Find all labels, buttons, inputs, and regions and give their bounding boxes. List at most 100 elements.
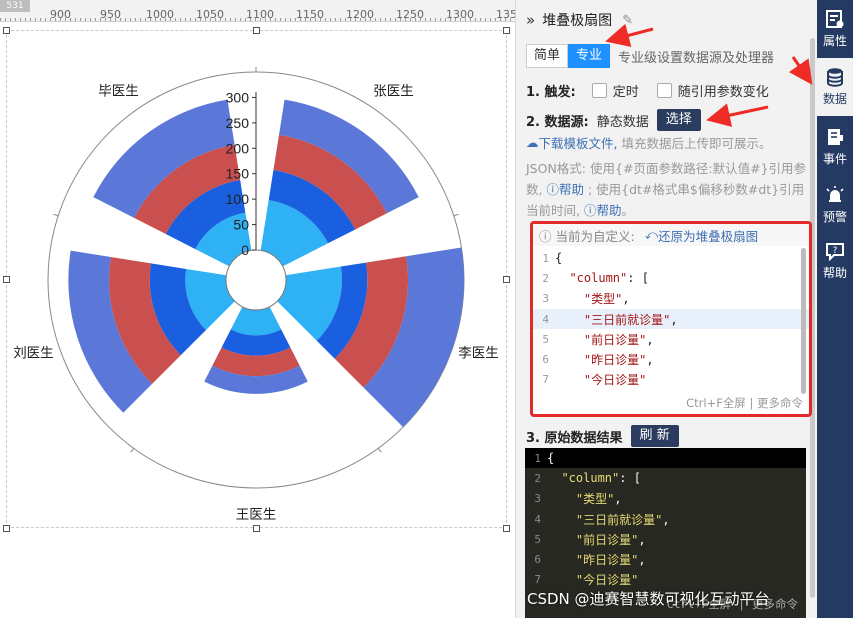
timer-checkbox[interactable]	[591, 83, 607, 98]
category-label: 张医生	[373, 84, 414, 99]
ruler-label: 135	[496, 8, 515, 21]
radius-tick-label: 100	[226, 191, 250, 207]
help-link-1[interactable]: 帮助	[559, 182, 584, 197]
radius-tick-label: 300	[226, 89, 250, 105]
ruler-label: 1250	[396, 8, 424, 21]
code-text: "今日诊量"	[575, 573, 639, 588]
json-editor[interactable]: 1{2 "column": [3 "类型", 4 "三日前就诊量", 5 "前日诊量…	[533, 248, 809, 396]
line-number: 7	[534, 573, 541, 587]
ruler-label: 1100	[246, 8, 274, 21]
iconbar-label: 事件	[822, 152, 847, 166]
iconbar-help[interactable]: ? 帮助	[817, 232, 853, 290]
panel-title: 堆叠极扇图	[542, 13, 613, 29]
code-text: "前日诊量",	[575, 532, 646, 547]
refresh-button[interactable]: 刷 新	[630, 425, 679, 447]
select-datasource-button[interactable]: 选择	[656, 109, 701, 131]
line-number: 7	[542, 373, 549, 387]
design-canvas[interactable]: 531 900 950 1000 1050 1100 1150 1200 125…	[0, 0, 515, 618]
code-line[interactable]: 4 "三日前就诊量",	[525, 509, 806, 529]
line-number: 4	[534, 512, 541, 526]
iconbar-properties[interactable]: 属性	[817, 0, 853, 58]
category-label: 毕医生	[98, 84, 139, 99]
iconbar-data[interactable]: 数据	[817, 58, 853, 116]
mode-pro-button[interactable]: 专业	[568, 44, 611, 68]
line-number: 1	[542, 251, 549, 265]
config-panel: » 堆叠极扇图 ✎ 简单 专业 专业级设置数据源及处理器 1. 触发: 定时 随…	[515, 0, 817, 618]
code-line[interactable]: 2 "column": [	[533, 268, 809, 288]
cloud-download-icon[interactable]: ☁	[526, 135, 539, 150]
event-icon	[828, 129, 843, 145]
editor-footer[interactable]: Ctrl+F全屏 | 更多命令	[686, 395, 803, 411]
alarm-icon	[826, 186, 844, 202]
polar-bar-segment[interactable]	[230, 306, 282, 336]
line-number: 2	[534, 471, 541, 485]
category-label: 王医生	[236, 507, 277, 522]
ruler-label: 1050	[196, 8, 224, 21]
category-label: 李医生	[458, 345, 499, 360]
app-root: 531 900 950 1000 1050 1100 1150 1200 125…	[0, 0, 853, 618]
download-row: ☁ 下载模板文件, 填充数据后上传即可展示。	[526, 133, 772, 152]
code-line[interactable]: 4 "三日前就诊量",	[533, 308, 809, 330]
edit-pencil-icon[interactable]: ✎	[622, 13, 633, 28]
angle-axis-tick	[377, 447, 382, 453]
help-circle-icon[interactable]: ⓘ	[584, 203, 597, 218]
code-line[interactable]: 7 "今日诊量"	[533, 370, 809, 390]
code-line[interactable]: 1{	[533, 248, 809, 268]
code-line[interactable]: 6 "昨日诊量",	[533, 349, 809, 369]
param-change-label: 随引用参数变化	[677, 85, 769, 100]
code-text: "column": [	[561, 471, 641, 486]
stacked-polar-chart[interactable]: 张医生李医生王医生 刘医生 毕医生 0 50 100 150 200 250 300	[0, 22, 515, 542]
code-text: {	[555, 251, 563, 266]
json-help-end: 。	[621, 203, 635, 218]
help-icon: ?	[826, 243, 844, 261]
code-line[interactable]: 5 "前日诊量",	[533, 329, 809, 349]
param-change-checkbox[interactable]	[656, 83, 672, 98]
code-line[interactable]: 5 "前日诊量",	[525, 529, 806, 549]
iconbar-alarm[interactable]: 预警	[817, 176, 853, 234]
custom-notice: 当前为自定义:	[555, 228, 635, 244]
datasource-value: 静态数据	[596, 114, 649, 130]
code-line[interactable]: 1{	[525, 448, 806, 469]
help-circle-icon[interactable]: ⓘ	[546, 182, 559, 197]
line-number: 1	[534, 451, 541, 465]
result-section-header: 3. 原始数据结果 刷 新	[526, 425, 679, 447]
code-text: {	[547, 451, 555, 466]
iconbar-event[interactable]: 事件	[817, 118, 853, 176]
json-editor-highlighted: ⓘ 当前为自定义: ⤺ 还原为堆叠极扇图 1{2 "column": [3 "类…	[530, 221, 812, 417]
ruler-label: 1200	[346, 8, 374, 21]
code-text: "三日前就诊量",	[583, 312, 678, 327]
properties-icon	[826, 10, 844, 28]
angle-axis-tick	[453, 213, 459, 217]
download-tip: 填充数据后上传即可展示。	[621, 136, 772, 151]
mode-description: 专业级设置数据源及处理器	[618, 50, 775, 66]
result-label: 3. 原始数据结果	[526, 430, 623, 446]
code-text: "三日前就诊量",	[575, 512, 670, 527]
datasource-label: 2. 数据源:	[526, 114, 589, 130]
code-text: "今日诊量"	[583, 373, 647, 388]
help-link-2[interactable]: 帮助	[596, 203, 621, 218]
radius-tick-label: 250	[226, 115, 250, 131]
editor-scrollbar[interactable]	[801, 248, 806, 394]
code-line[interactable]: 2 "column": [	[525, 468, 806, 488]
category-label: 刘医生	[13, 345, 54, 360]
ruler-label: 1000	[146, 8, 174, 21]
ruler-label: 900	[50, 8, 71, 21]
collapse-icon[interactable]: »	[526, 11, 535, 29]
ruler-position-badge: 531	[0, 0, 30, 12]
info-icon: ⓘ	[539, 228, 552, 244]
radius-tick-label: 50	[233, 217, 249, 233]
code-line[interactable]: 3 "类型",	[533, 289, 809, 309]
code-line[interactable]: 3 "类型",	[525, 489, 806, 509]
ruler-label: 1150	[296, 8, 324, 21]
horizontal-ruler: 531 900 950 1000 1050 1100 1150 1200 125…	[0, 0, 515, 22]
timer-label: 定时	[612, 85, 639, 100]
code-text: "前日诊量",	[583, 332, 654, 347]
download-template-link[interactable]: 下载模板文件,	[539, 133, 618, 152]
code-line[interactable]: 6 "昨日诊量",	[525, 549, 806, 569]
mode-simple-button[interactable]: 简单	[526, 44, 569, 68]
json-format-help: JSON格式: 使用{#页面参数路径:默认值#}引用参数, ⓘ帮助 ; 使用{d…	[526, 158, 808, 221]
restore-default-link[interactable]: 还原为堆叠极扇图	[658, 226, 758, 245]
code-text: "column": [	[569, 271, 649, 286]
code-text: "昨日诊量",	[583, 353, 654, 368]
restore-icon[interactable]: ⤺	[645, 227, 658, 243]
